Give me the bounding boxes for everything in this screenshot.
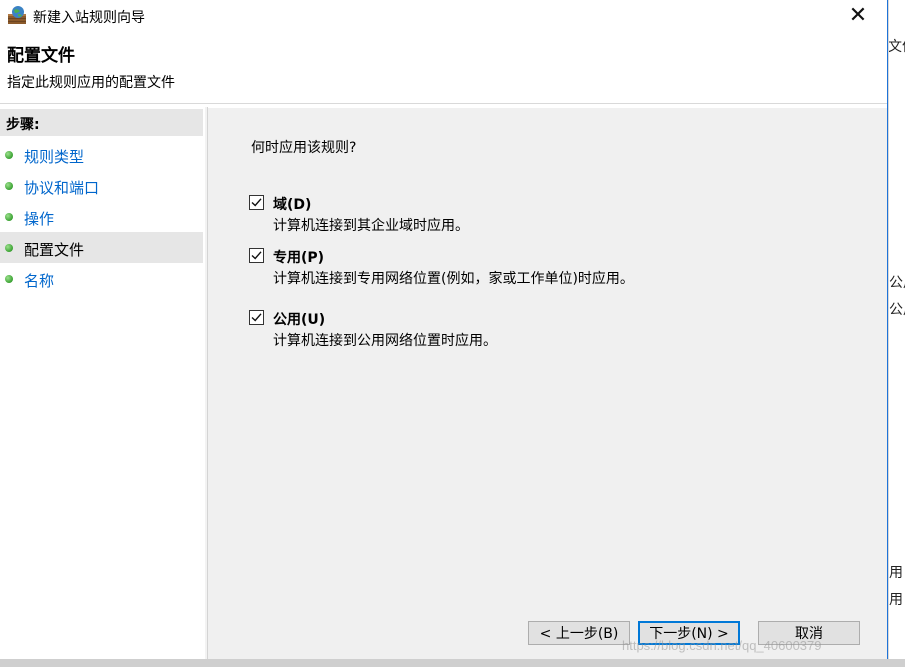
background-bottom-bar <box>0 659 905 667</box>
background-text: 公用 <box>889 275 905 291</box>
background-text: 用 <box>889 565 903 581</box>
checkmark-icon <box>251 198 262 207</box>
checkmark-icon <box>251 251 262 260</box>
step-label: 名称 <box>24 272 55 290</box>
watermark: https://blog.csdn.net/qq_40600379 <box>622 638 822 653</box>
page-title: 配置文件 <box>7 46 75 66</box>
private-checkbox[interactable] <box>249 248 264 263</box>
back-button[interactable]: < 上一步(B) <box>528 621 630 645</box>
step-protocol-and-ports[interactable]: 协议和端口 <box>0 170 203 201</box>
option-private: 专用(P) 计算机连接到专用网络位置(例如，家或工作单位)时应用。 <box>249 247 849 291</box>
step-status-dot-icon <box>5 275 13 283</box>
steps-heading: 步骤: <box>6 117 40 133</box>
page-subtitle: 指定此规则应用的配置文件 <box>7 75 175 91</box>
close-icon: ✕ <box>848 3 868 28</box>
screen: 文件 公用 公用 用 用 新建入站规则向导 ✕ <box>0 0 905 667</box>
step-profile[interactable]: 配置文件 <box>0 232 203 263</box>
option-public: 公用(U) 计算机连接到公用网络位置时应用。 <box>249 309 849 353</box>
step-label: 协议和端口 <box>24 179 100 197</box>
option-description: 计算机连接到其企业域时应用。 <box>273 218 469 234</box>
step-status-dot-icon <box>5 244 13 252</box>
wizard-dialog: 新建入站规则向导 ✕ 配置文件 指定此规则应用的配置文件 步骤: 规则类型 协议… <box>0 0 888 659</box>
header-divider <box>0 103 887 104</box>
step-status-dot-icon <box>5 182 13 190</box>
page-header: 配置文件 指定此规则应用的配置文件 <box>0 31 887 103</box>
step-action[interactable]: 操作 <box>0 201 203 232</box>
steps-panel: 步骤: 规则类型 协议和端口 操作 配置文件 名称 <box>0 107 203 659</box>
step-label: 配置文件 <box>24 241 85 259</box>
firewall-app-icon <box>7 5 27 25</box>
steps-heading-row: 步骤: <box>0 109 203 136</box>
question-label: 何时应用该规则? <box>251 140 357 156</box>
step-label: 规则类型 <box>24 148 85 166</box>
option-description: 计算机连接到专用网络位置(例如，家或工作单位)时应用。 <box>273 271 634 287</box>
option-description: 计算机连接到公用网络位置时应用。 <box>273 333 497 349</box>
close-button[interactable]: ✕ <box>835 0 881 31</box>
background-text: 公用 <box>889 302 905 318</box>
option-label[interactable]: 域(D) <box>273 194 311 214</box>
background-text: 用 <box>889 592 903 608</box>
step-status-dot-icon <box>5 151 13 159</box>
background-window: 文件 公用 公用 用 用 <box>888 0 905 659</box>
step-name[interactable]: 名称 <box>0 263 203 294</box>
option-label[interactable]: 专用(P) <box>273 247 324 267</box>
content-area: 何时应用该规则? 域(D) 计算机连接到其企业域时应用。 专用(P) 计算机连接… <box>208 108 887 659</box>
step-rule-type[interactable]: 规则类型 <box>0 139 203 170</box>
domain-checkbox[interactable] <box>249 195 264 210</box>
step-label: 操作 <box>24 210 55 228</box>
background-text: 文件 <box>888 39 905 55</box>
title-bar[interactable]: 新建入站规则向导 ✕ <box>0 0 887 31</box>
checkmark-icon <box>251 313 262 322</box>
public-checkbox[interactable] <box>249 310 264 325</box>
option-domain: 域(D) 计算机连接到其企业域时应用。 <box>249 194 849 238</box>
option-label[interactable]: 公用(U) <box>273 309 325 329</box>
window-title: 新建入站规则向导 <box>33 10 145 26</box>
step-status-dot-icon <box>5 213 13 221</box>
